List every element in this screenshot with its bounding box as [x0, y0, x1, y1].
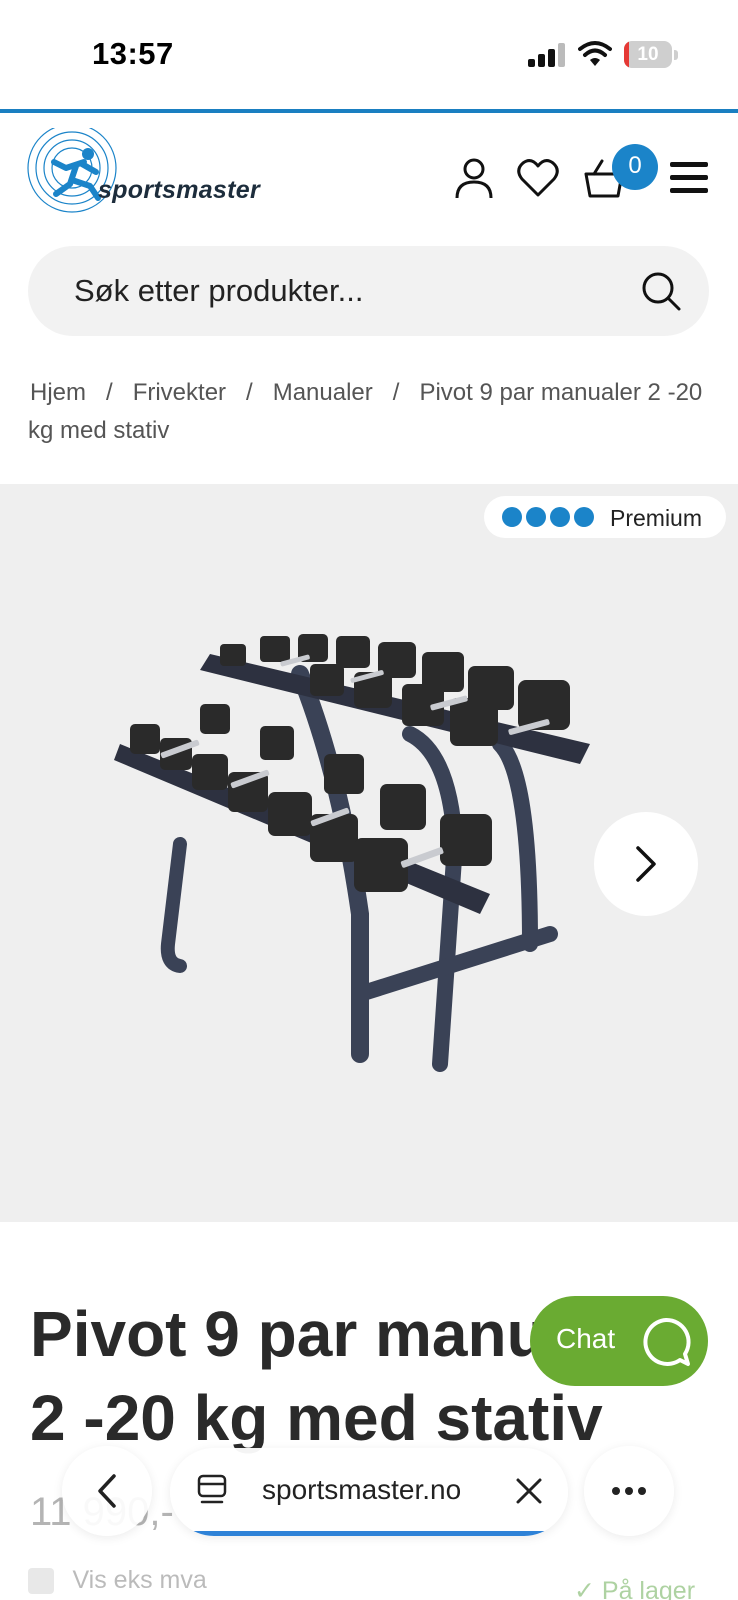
breadcrumb-separator: / [106, 379, 113, 406]
battery-nub [674, 50, 678, 60]
eks-mva-toggle[interactable]: Vis eks mva [28, 1566, 207, 1595]
browser-more-button[interactable] [584, 1446, 674, 1536]
chat-label: Chat [556, 1323, 616, 1354]
logo-text: sportsmaster [98, 176, 260, 204]
product-image-gallery[interactable]: Premium [0, 484, 738, 1222]
chat-bubble-icon [643, 1317, 691, 1366]
header-accent-line [0, 109, 738, 113]
status-bar: 13:57 10 [0, 0, 738, 108]
breadcrumb: Hjem / Frivekter / Manualer / Pivot 9 par manu… [28, 374, 718, 450]
stock-status: ✓ På lager [574, 1576, 695, 1600]
battery-icon: 10 [624, 41, 672, 68]
wifi-icon [578, 41, 612, 66]
breadcrumb-link-manualer[interactable]: Manualer [273, 379, 373, 406]
cart-count-badge[interactable]: 0 [612, 144, 658, 190]
eks-mva-checkbox[interactable] [28, 1567, 54, 1594]
premium-badge: Premium [484, 496, 726, 538]
dumbbell-rack-image [114, 634, 590, 1072]
search-icon[interactable] [640, 270, 682, 312]
browser-url-bar[interactable]: sportsmaster.no [170, 1448, 568, 1536]
tabs-icon[interactable] [196, 1472, 228, 1508]
close-icon[interactable] [514, 1476, 544, 1506]
status-time: 13:57 [92, 36, 174, 71]
breadcrumb-separator: / [392, 379, 400, 406]
premium-dots [502, 507, 598, 532]
account-icon[interactable] [452, 156, 496, 200]
menu-icon[interactable] [668, 158, 710, 198]
breadcrumb-link-hjem[interactable]: Hjem [30, 379, 86, 406]
page-load-progress [188, 1531, 550, 1536]
chat-button[interactable]: Chat [530, 1296, 708, 1386]
browser-back-button[interactable] [62, 1446, 152, 1536]
battery-level: 10 [637, 44, 659, 65]
cellular-signal-icon [528, 43, 568, 67]
chevron-right-icon [636, 846, 656, 882]
sportsmaster-logo[interactable]: sportsmaster [26, 123, 306, 214]
search-input[interactable] [74, 271, 614, 311]
search-bar[interactable] [28, 246, 709, 336]
breadcrumb-link-frivekter[interactable]: Frivekter [133, 379, 226, 406]
chevron-left-icon [98, 1474, 116, 1508]
stock-label: På lager [601, 1577, 696, 1600]
heart-icon[interactable] [516, 156, 560, 200]
premium-label: Premium [610, 505, 703, 531]
next-image-button[interactable] [594, 812, 698, 916]
page: 13:57 10 sportsmaster 0 Søk etter produk… [0, 0, 738, 1600]
check-icon: ✓ [574, 1577, 602, 1600]
browser-url-text: sportsmaster.no [262, 1474, 462, 1505]
eks-mva-label: Vis eks mva [72, 1566, 207, 1594]
breadcrumb-separator: / [246, 379, 253, 406]
more-dots-icon [612, 1487, 646, 1495]
